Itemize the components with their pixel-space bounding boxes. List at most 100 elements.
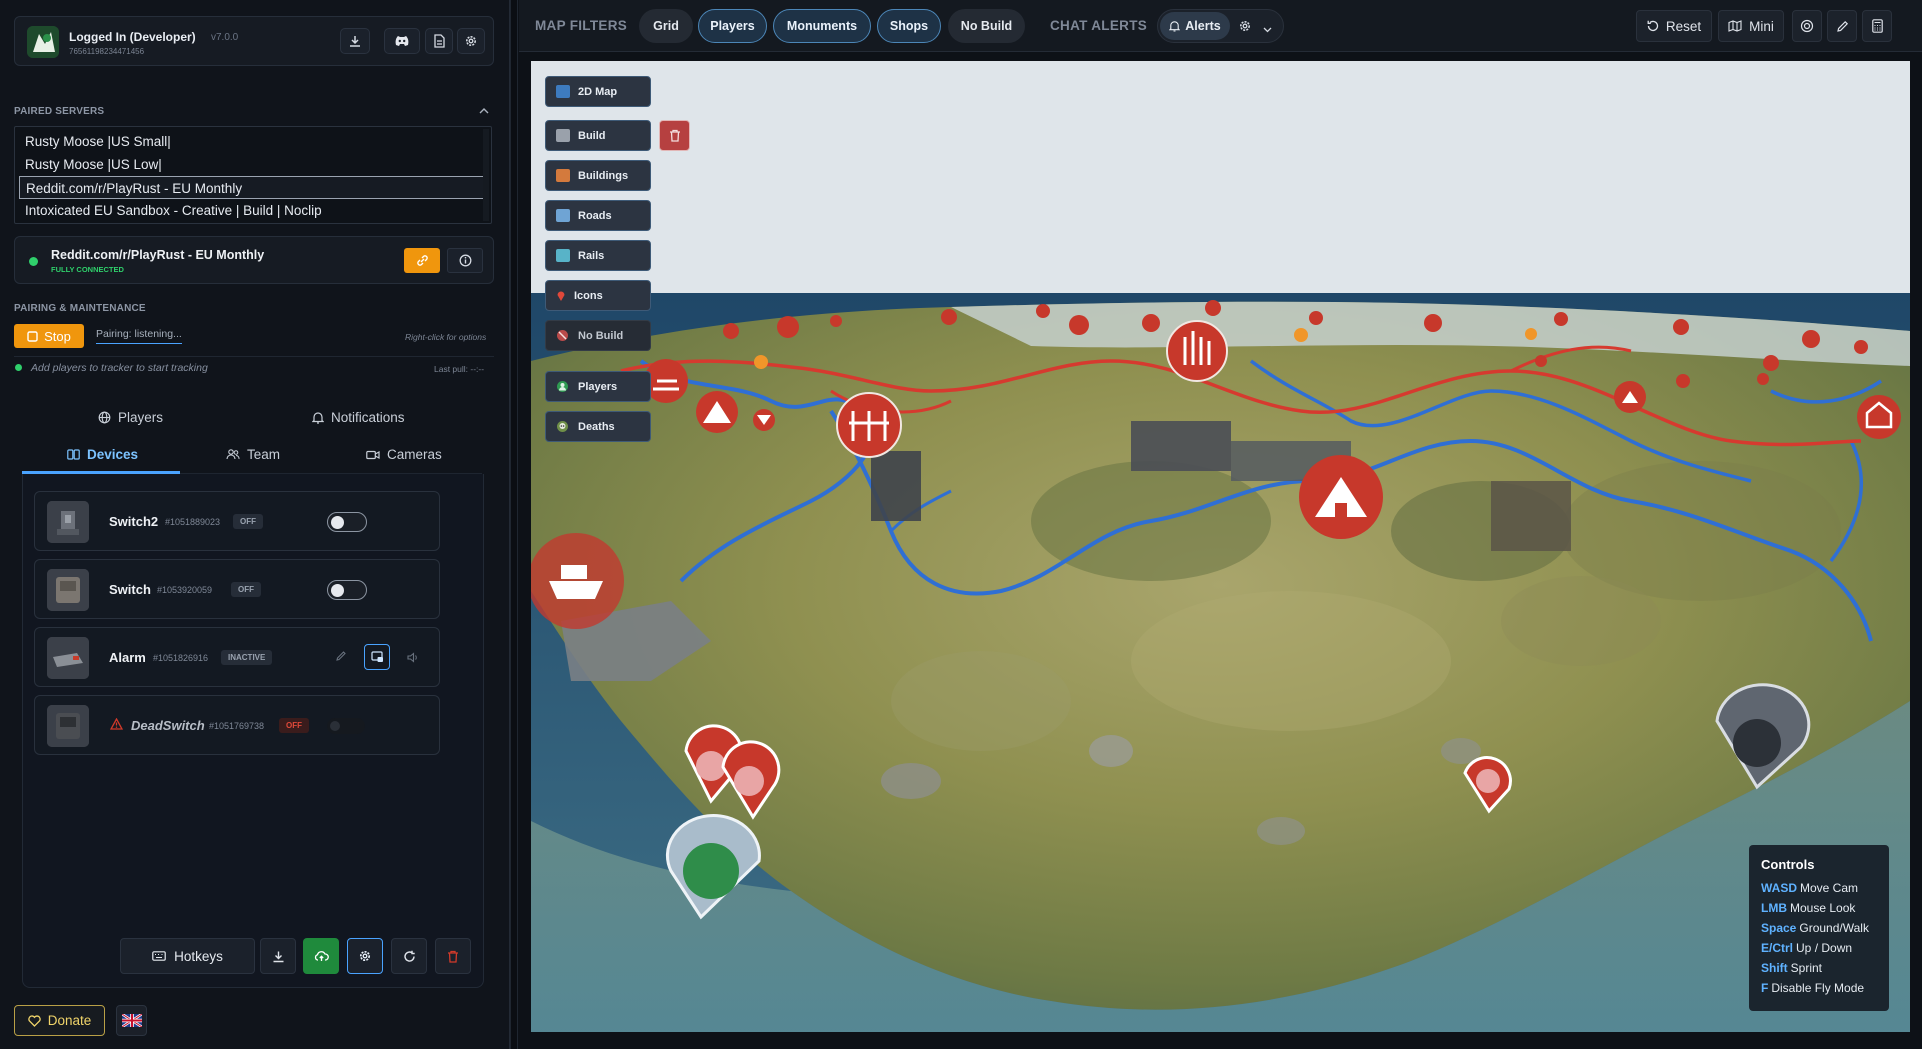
stop-icon	[27, 330, 38, 342]
layer-2d-map[interactable]: 2D Map	[545, 76, 651, 107]
monument-marker[interactable]	[836, 392, 902, 458]
layer-roads[interactable]: Roads	[545, 200, 651, 231]
notify-device-button[interactable]	[364, 644, 390, 670]
download-button[interactable]	[340, 28, 370, 54]
steam-id: 76561198234471456	[69, 47, 145, 56]
players-icon	[556, 380, 570, 393]
reconnect-button[interactable]	[404, 248, 440, 273]
filter-players[interactable]: Players	[698, 9, 767, 43]
alerts-toggle[interactable]: Alerts	[1160, 12, 1230, 40]
filter-grid[interactable]: Grid	[639, 9, 693, 43]
paired-servers-label: PAIRED SERVERS	[14, 106, 105, 117]
tab-team[interactable]: Team	[226, 447, 280, 462]
tab-players-label: Players	[118, 410, 164, 425]
layer-no-build[interactable]: No Build	[545, 320, 651, 351]
control-row: Space Ground/Walk	[1761, 921, 1869, 935]
discord-button[interactable]	[384, 28, 420, 54]
hotkeys-label: Hotkeys	[174, 948, 223, 964]
monument-marker[interactable]	[1299, 455, 1383, 539]
monument-marker[interactable]	[696, 391, 738, 433]
buildings-icon	[556, 169, 570, 182]
tab-notifications[interactable]: Notifications	[312, 410, 405, 425]
chat-alerts-label: CHAT ALERTS	[1050, 18, 1148, 33]
devices-icon	[67, 449, 80, 460]
device-image	[47, 501, 89, 543]
target-icon	[1800, 19, 1814, 33]
monument-marker[interactable]	[1857, 395, 1901, 439]
panel-resize-handle[interactable]	[510, 0, 518, 1049]
mini-map-button[interactable]: Mini	[1718, 10, 1784, 42]
document-button[interactable]	[425, 28, 453, 54]
monument-marker[interactable]	[753, 409, 775, 431]
gear-icon	[359, 950, 371, 962]
alerts-settings-button[interactable]	[1238, 19, 1252, 36]
reset-button[interactable]: Reset	[1636, 10, 1712, 42]
donate-button[interactable]: Donate	[14, 1005, 105, 1036]
hotkeys-button[interactable]: Hotkeys	[120, 938, 255, 974]
monument-marker[interactable]	[1166, 320, 1228, 382]
filter-no-build[interactable]: No Build	[948, 9, 1025, 43]
cloud-sync-button[interactable]	[303, 938, 339, 974]
pencil-icon	[1836, 20, 1848, 32]
monument-marker[interactable]	[1614, 381, 1646, 413]
device-toggle-disabled[interactable]	[327, 718, 365, 734]
server-info-button[interactable]	[447, 248, 483, 273]
calculator-button[interactable]	[1862, 10, 1892, 42]
chevron-down-icon	[1263, 27, 1272, 33]
connected-indicator	[29, 257, 38, 266]
heart-icon	[28, 1014, 41, 1027]
layer-buildings[interactable]: Buildings	[545, 160, 651, 191]
device-toggle[interactable]	[327, 580, 367, 600]
map-filters-label: MAP FILTERS	[535, 18, 628, 33]
reset-icon	[1647, 20, 1658, 32]
device-card-switch2: Switch2 #1051889023 OFF	[34, 491, 440, 551]
sound-device-button[interactable]	[407, 651, 419, 666]
settings-button[interactable]	[457, 28, 485, 54]
device-settings-button[interactable]	[347, 938, 383, 974]
globe-icon	[98, 411, 111, 424]
control-row: F Disable Fly Mode	[1761, 981, 1865, 995]
tab-cameras[interactable]: Cameras	[366, 447, 442, 462]
controls-title: Controls	[1761, 857, 1815, 872]
map-viewport[interactable]: 2D Map Build Buildings Roads Rails Icons…	[531, 61, 1910, 1032]
tab-devices[interactable]: Devices	[67, 447, 138, 462]
server-list-scrollbar[interactable]	[483, 129, 489, 221]
delete-button[interactable]	[435, 938, 471, 974]
stop-pairing-button[interactable]: Stop	[14, 324, 84, 348]
edit-device-button[interactable]	[335, 650, 347, 665]
collapse-servers-button[interactable]	[477, 104, 491, 118]
alerts-label: Alerts	[1185, 19, 1221, 33]
device-toggle[interactable]	[327, 512, 367, 532]
tab-players[interactable]: Players	[98, 410, 163, 425]
server-item-selected[interactable]: Reddit.com/r/PlayRust - EU Monthly	[19, 176, 487, 199]
clear-build-button[interactable]	[659, 120, 690, 151]
export-button[interactable]	[260, 938, 296, 974]
uk-flag-icon	[121, 1014, 142, 1027]
tracker-hint: Add players to tracker to start tracking	[31, 362, 208, 374]
tab-devices-label: Devices	[87, 447, 139, 462]
target-button[interactable]	[1792, 10, 1822, 42]
layer-deaths[interactable]: Deaths	[545, 411, 651, 442]
bell-icon	[1169, 21, 1181, 32]
language-button[interactable]	[116, 1005, 147, 1036]
harbour-marker[interactable]	[531, 533, 624, 629]
server-list[interactable]: Rusty Moose |US Small| Rusty Moose |US L…	[14, 126, 492, 224]
gear-icon	[1240, 21, 1250, 31]
layer-rails[interactable]: Rails	[545, 240, 651, 271]
filter-shops[interactable]: Shops	[877, 9, 941, 43]
layer-icons[interactable]: Icons	[545, 280, 651, 311]
alerts-dropdown-button[interactable]	[1263, 21, 1272, 36]
server-item[interactable]: Intoxicated EU Sandbox - Creative | Buil…	[19, 199, 487, 222]
server-item[interactable]: Rusty Moose |US Low|	[19, 153, 487, 176]
filter-monuments[interactable]: Monuments	[773, 9, 871, 43]
tab-team-label: Team	[247, 447, 281, 462]
draw-button[interactable]	[1827, 10, 1857, 42]
screen-notify-icon	[370, 651, 383, 662]
refresh-button[interactable]	[391, 938, 427, 974]
layer-players[interactable]: Players	[545, 371, 651, 402]
server-item[interactable]: Rusty Moose |US Small|	[19, 130, 487, 153]
status-badge: OFF	[231, 582, 261, 597]
device-id: #1051889023	[165, 517, 221, 527]
map-toolbar: MAP FILTERS Grid Players Monuments Shops…	[519, 0, 1922, 52]
layer-build[interactable]: Build	[545, 120, 651, 151]
